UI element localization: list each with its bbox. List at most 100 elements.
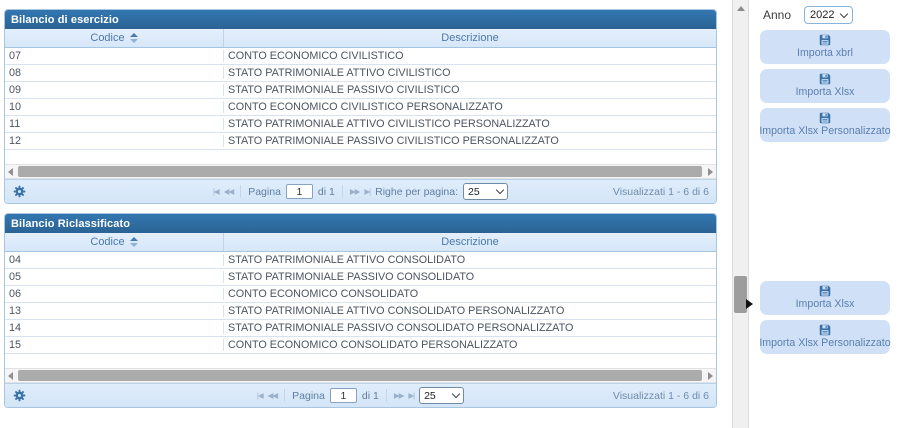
cell-descrizione: STATO PATRIMONIALE PASSIVO CIVILISTICO P… <box>224 135 716 147</box>
pager-controls: |◀ ◀◀ Pagina di 1 ▶▶ ▶| Righe per pagina… <box>213 183 508 200</box>
rows-per-page-select[interactable]: 25 <box>463 183 508 200</box>
cell-descrizione: STATO PATRIMONIALE ATTIVO CONSOLIDATO <box>224 254 716 266</box>
column-header-descrizione: Descrizione <box>224 233 716 251</box>
cell-descrizione: CONTO ECONOMICO CONSOLIDATO PERSONALIZZA… <box>224 339 716 351</box>
grid-pager: |◀ ◀◀ Pagina di 1 ▶▶ ▶| 25 Visualizzati … <box>5 383 716 407</box>
cell-codice: 13 <box>5 305 224 317</box>
cell-descrizione: STATO PATRIMONIALE PASSIVO CONSOLIDATO <box>224 271 716 283</box>
cell-codice: 07 <box>5 50 224 62</box>
first-page-button[interactable]: |◀ <box>213 187 219 196</box>
column-header-descrizione: Descrizione <box>224 29 716 47</box>
import-buttons-bottom: Importa Xlsx Importa Xlsx Personalizzato <box>760 281 890 354</box>
table-row[interactable]: 13 STATO PATRIMONIALE ATTIVO CONSOLIDATO… <box>5 303 716 320</box>
next-page-button[interactable]: ▶▶ <box>394 391 404 400</box>
table-row[interactable]: 10 CONTO ECONOMICO CIVILISTICO PERSONALI… <box>5 99 716 116</box>
table-row[interactable]: 14 STATO PATRIMONIALE PASSIVO CONSOLIDAT… <box>5 320 716 337</box>
table-row[interactable]: 07 CONTO ECONOMICO CIVILISTICO <box>5 48 716 65</box>
pager-status: Visualizzati 1 - 6 di 6 <box>613 390 709 402</box>
table-row[interactable]: 12 STATO PATRIMONIALE PASSIVO CIVILISTIC… <box>5 133 716 150</box>
rows-per-page-label: Righe per pagina: <box>375 186 458 198</box>
app-screen: Bilancio di esercizio Codice Descrizione… <box>0 0 899 428</box>
grid-title: Bilancio di esercizio <box>11 14 119 26</box>
scroll-left-arrow-icon[interactable] <box>8 168 13 176</box>
table-row[interactable]: 04 STATO PATRIMONIALE ATTIVO CONSOLIDATO <box>5 252 716 269</box>
grid-body: 07 CONTO ECONOMICO CIVILISTICO 08 STATO … <box>5 48 716 150</box>
cell-descrizione: STATO PATRIMONIALE ATTIVO CONSOLIDATO PE… <box>224 305 716 317</box>
panel-collapse-arrow-icon[interactable] <box>746 299 753 309</box>
gear-icon[interactable] <box>13 185 26 198</box>
table-row[interactable]: 08 STATO PATRIMONIALE ATTIVO CIVILISTICO <box>5 65 716 82</box>
floppy-disk-icon <box>819 324 831 336</box>
last-page-button[interactable]: ▶| <box>408 391 414 400</box>
cell-codice: 10 <box>5 101 224 113</box>
page-of-label: di 1 <box>318 186 335 198</box>
horizontal-scrollbar[interactable] <box>5 164 716 179</box>
next-page-button[interactable]: ▶▶ <box>350 187 360 196</box>
cell-codice: 12 <box>5 135 224 147</box>
page-label: Pagina <box>248 186 281 198</box>
sort-icon[interactable] <box>130 33 138 43</box>
grid-bilancio-riclassificato: Bilancio Riclassificato Codice Descrizio… <box>4 213 717 408</box>
pager-separator <box>240 185 241 198</box>
horizontal-scrollbar-thumb[interactable] <box>18 370 702 381</box>
scroll-right-arrow-icon[interactable] <box>708 168 713 176</box>
table-row[interactable]: 06 CONTO ECONOMICO CONSOLIDATO <box>5 286 716 303</box>
table-row[interactable]: 09 STATO PATRIMONIALE PASSIVO CIVILISTIC… <box>5 82 716 99</box>
main-grid-area: Bilancio di esercizio Codice Descrizione… <box>4 9 717 408</box>
pager-controls: |◀ ◀◀ Pagina di 1 ▶▶ ▶| 25 <box>257 387 464 404</box>
page-label: Pagina <box>292 390 325 402</box>
cell-descrizione: STATO PATRIMONIALE ATTIVO CIVILISTICO PE… <box>224 118 716 130</box>
year-label: Anno <box>763 8 791 22</box>
prev-page-button[interactable]: ◀◀ <box>224 187 234 196</box>
prev-page-button[interactable]: ◀◀ <box>268 391 278 400</box>
grid-title: Bilancio Riclassificato <box>11 218 130 230</box>
chevron-down-icon <box>496 186 504 194</box>
cell-descrizione: STATO PATRIMONIALE PASSIVO CIVILISTICO <box>224 84 716 96</box>
column-header-codice[interactable]: Codice <box>5 29 224 47</box>
floppy-disk-icon <box>819 112 831 124</box>
cell-codice: 05 <box>5 271 224 283</box>
grid-body: 04 STATO PATRIMONIALE ATTIVO CONSOLIDATO… <box>5 252 716 354</box>
page-number-input[interactable] <box>286 184 313 199</box>
cell-codice: 04 <box>5 254 224 266</box>
scroll-left-arrow-icon[interactable] <box>8 372 13 380</box>
page-number-input[interactable] <box>330 388 357 403</box>
rows-per-page-select[interactable]: 25 <box>419 387 464 404</box>
vertical-scrollbar[interactable] <box>732 0 749 428</box>
last-page-button[interactable]: ▶| <box>364 187 370 196</box>
cell-descrizione: CONTO ECONOMICO CIVILISTICO <box>224 50 716 62</box>
table-row[interactable]: 11 STATO PATRIMONIALE ATTIVO CIVILISTICO… <box>5 116 716 133</box>
horizontal-scrollbar[interactable] <box>5 368 716 383</box>
page-of-label: di 1 <box>362 390 379 402</box>
column-header-codice[interactable]: Codice <box>5 233 224 251</box>
grid-empty-space <box>5 354 716 368</box>
cell-codice: 06 <box>5 288 224 300</box>
table-row[interactable]: 05 STATO PATRIMONIALE PASSIVO CONSOLIDAT… <box>5 269 716 286</box>
importa-xlsx-button-riclassificato[interactable]: Importa Xlsx <box>760 281 890 315</box>
floppy-disk-icon <box>819 73 831 85</box>
scroll-up-arrow-icon[interactable] <box>737 6 745 11</box>
pager-separator <box>284 389 285 402</box>
importa-xbrl-button[interactable]: Importa xbrl <box>760 30 890 64</box>
importa-xlsx-button[interactable]: Importa Xlsx <box>760 69 890 103</box>
gear-icon[interactable] <box>13 389 26 402</box>
importa-xlsx-personalizzato-button[interactable]: Importa Xlsx Personalizzato <box>760 108 890 142</box>
pager-separator <box>386 389 387 402</box>
importa-xlsx-personalizzato-button-riclassificato[interactable]: Importa Xlsx Personalizzato <box>760 320 890 354</box>
grid-title-bar: Bilancio Riclassificato <box>5 214 716 233</box>
grid-column-header-row: Codice Descrizione <box>5 233 716 252</box>
sort-icon[interactable] <box>130 237 138 247</box>
year-select[interactable]: 2022 <box>804 6 852 24</box>
chevron-down-icon <box>839 9 847 17</box>
chevron-down-icon <box>452 390 460 398</box>
grid-pager: |◀ ◀◀ Pagina di 1 ▶▶ ▶| Righe per pagina… <box>5 179 716 203</box>
cell-codice: 15 <box>5 339 224 351</box>
cell-descrizione: STATO PATRIMONIALE ATTIVO CIVILISTICO <box>224 67 716 79</box>
table-row[interactable]: 15 CONTO ECONOMICO CONSOLIDATO PERSONALI… <box>5 337 716 354</box>
horizontal-scrollbar-thumb[interactable] <box>18 166 702 177</box>
floppy-disk-icon <box>819 285 831 297</box>
pager-status: Visualizzati 1 - 6 di 6 <box>613 186 709 198</box>
scroll-right-arrow-icon[interactable] <box>708 372 713 380</box>
first-page-button[interactable]: |◀ <box>257 391 263 400</box>
cell-descrizione: STATO PATRIMONIALE PASSIVO CONSOLIDATO P… <box>224 322 716 334</box>
